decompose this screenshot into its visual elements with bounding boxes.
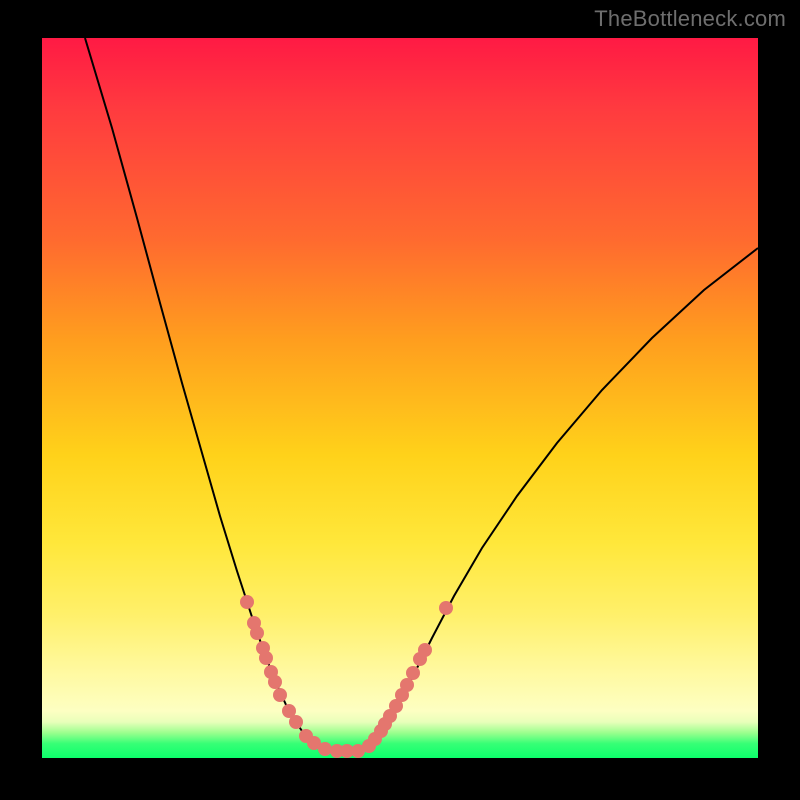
data-marker — [250, 626, 264, 640]
chart-frame: TheBottleneck.com — [0, 0, 800, 800]
data-marker — [259, 651, 273, 665]
curve-left — [85, 38, 334, 751]
curve-svg — [42, 38, 758, 758]
watermark-text: TheBottleneck.com — [594, 6, 786, 32]
curve-right — [362, 248, 758, 751]
plot-area — [42, 38, 758, 758]
data-marker — [268, 675, 282, 689]
data-marker — [400, 678, 414, 692]
markers-group — [240, 595, 453, 758]
data-marker — [240, 595, 254, 609]
data-marker — [318, 742, 332, 756]
data-marker — [273, 688, 287, 702]
data-marker — [439, 601, 453, 615]
data-marker — [418, 643, 432, 657]
data-marker — [406, 666, 420, 680]
data-marker — [289, 715, 303, 729]
